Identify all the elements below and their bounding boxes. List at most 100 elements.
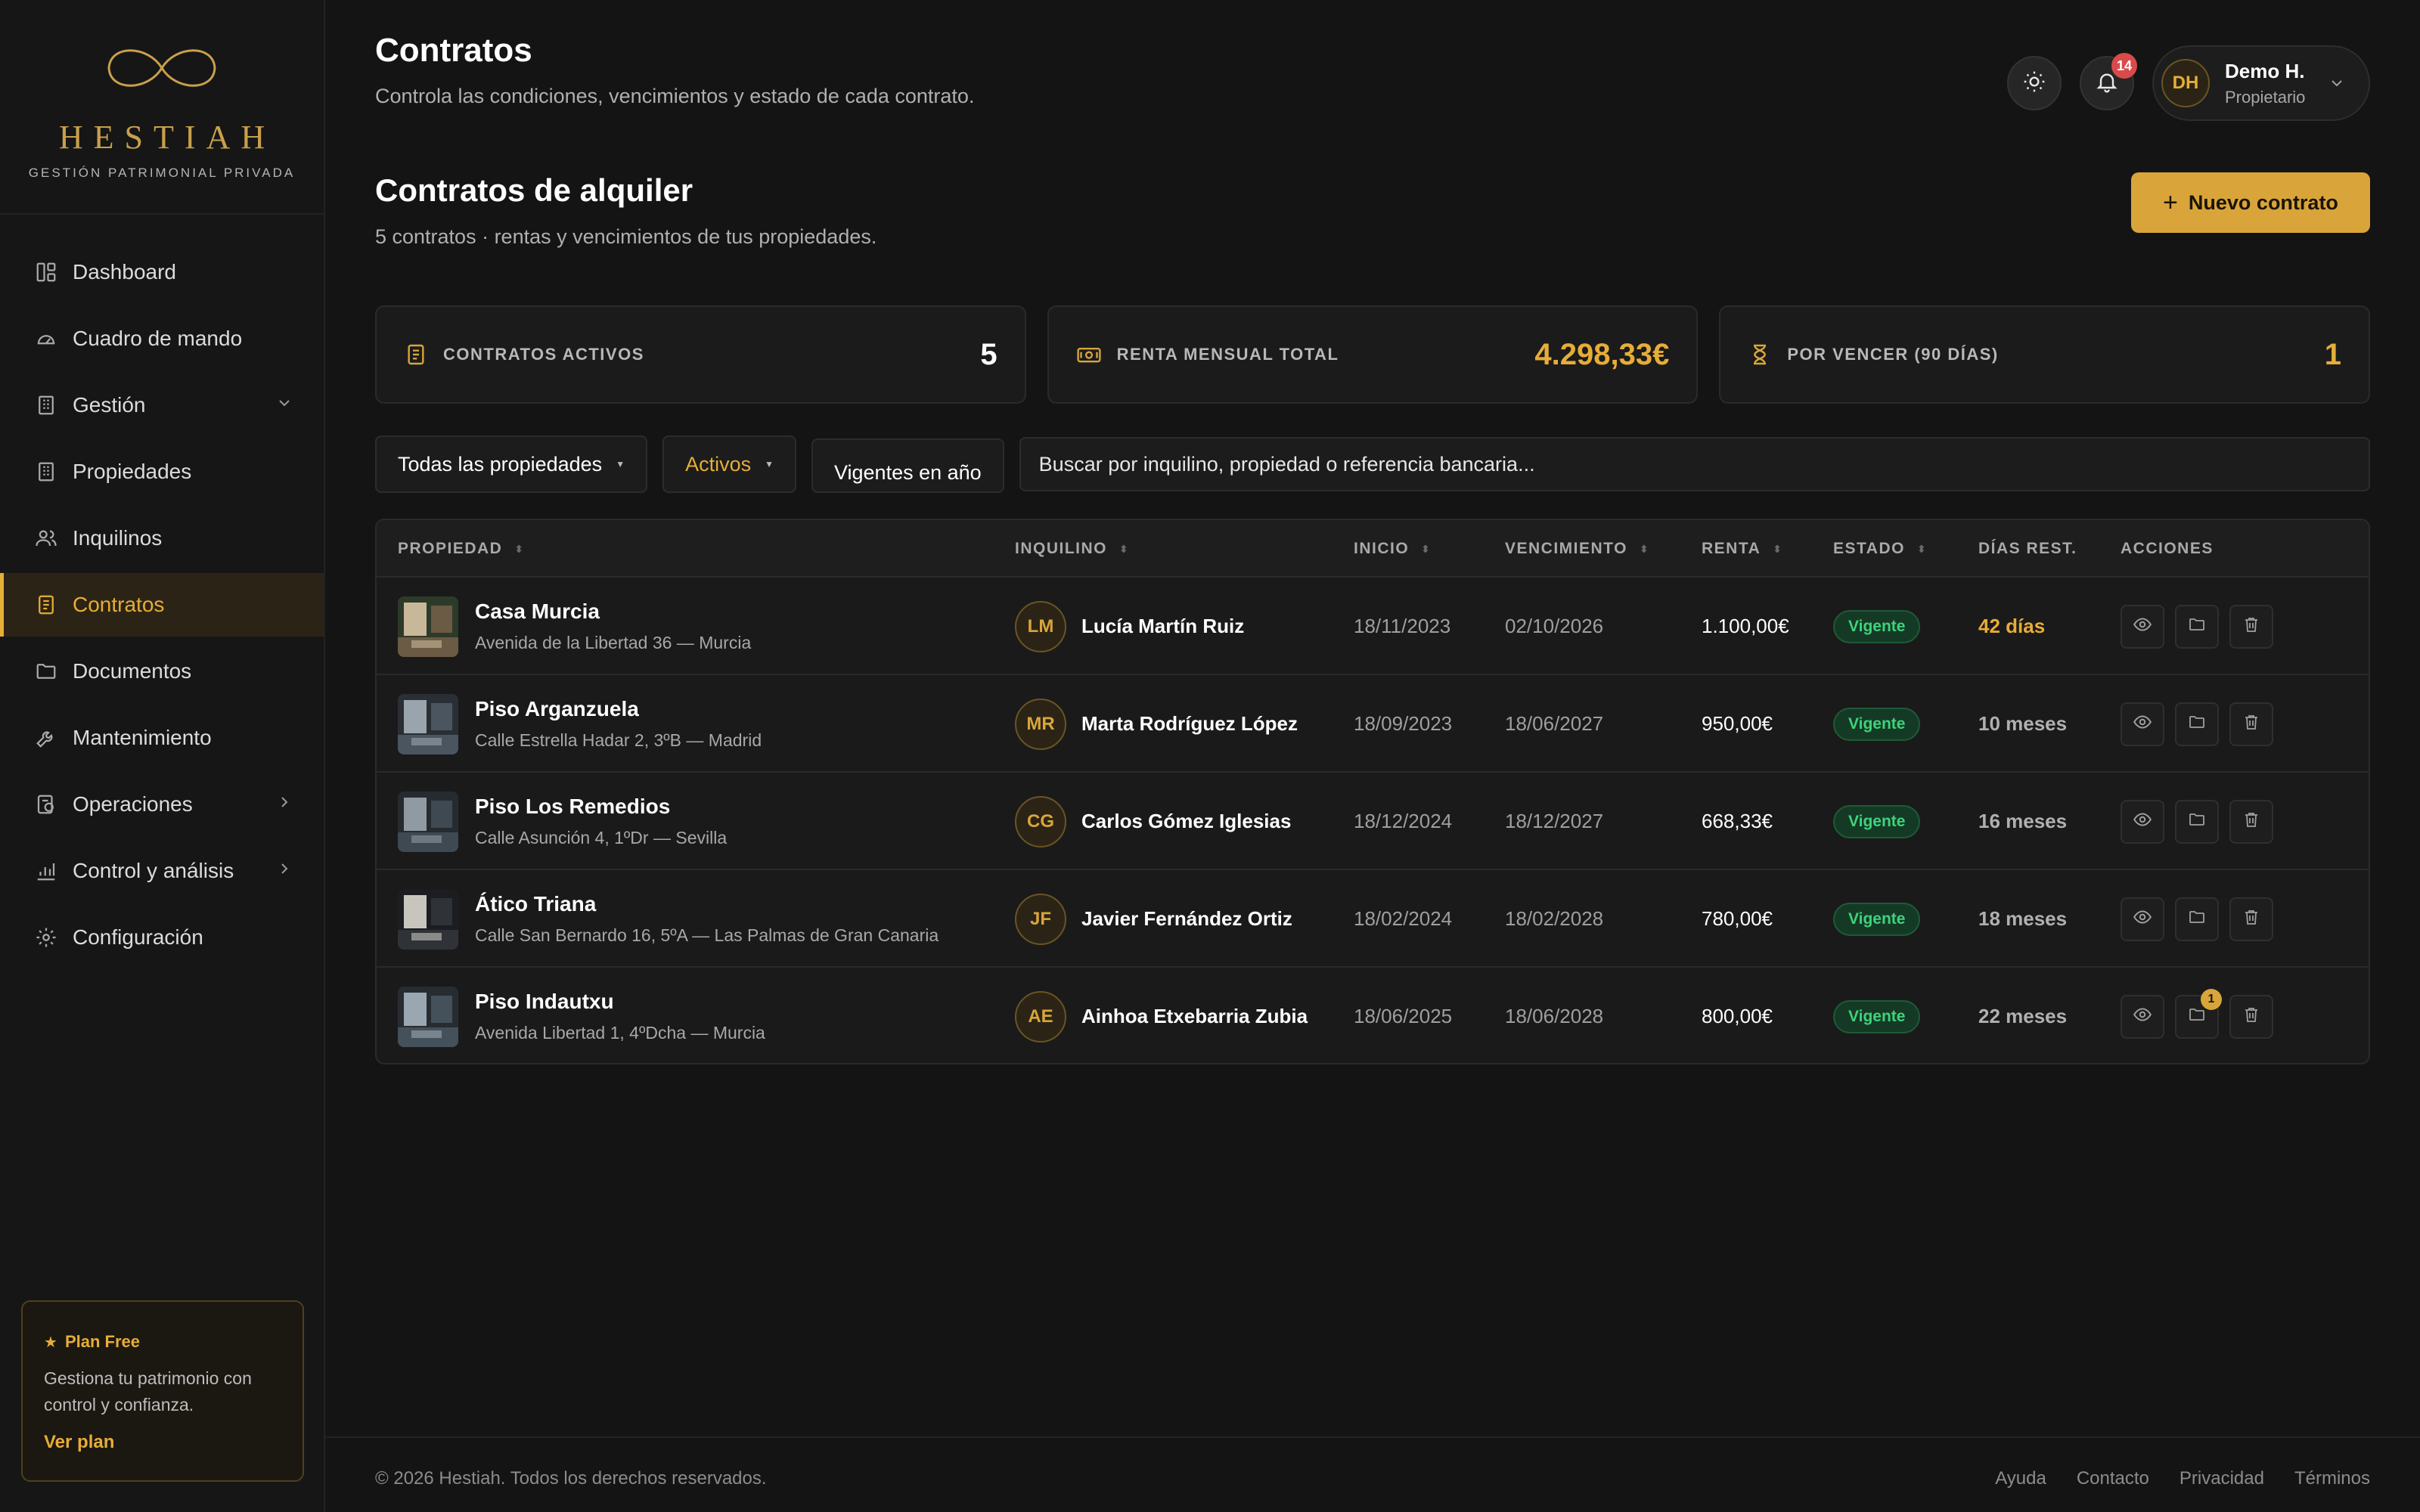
- stats-row: CONTRATOS ACTIVOS 5 RENTA MENSUAL TOTAL …: [375, 305, 2371, 404]
- view-button[interactable]: [2121, 702, 2164, 746]
- footer-link-privacidad[interactable]: Privacidad: [2180, 1468, 2264, 1489]
- folder-icon: [2188, 713, 2206, 735]
- building-icon: [33, 392, 59, 418]
- days-remaining: 22 meses: [1978, 1005, 2068, 1027]
- column-header-inicio[interactable]: INICIO ⬍: [1354, 520, 1431, 578]
- chevron-down-icon: [2328, 74, 2346, 96]
- building-icon: [33, 459, 59, 485]
- documents-button[interactable]: [2175, 897, 2219, 941]
- status-filter-select[interactable]: Activos ▼: [662, 435, 796, 493]
- stat-expiring: POR VENCER (90 DÍAS) 1: [1719, 305, 2371, 404]
- sidebar-item-dashboard[interactable]: Dashboard: [0, 240, 324, 304]
- folder-icon: [2188, 615, 2206, 637]
- column-header-vencimiento[interactable]: VENCIMIENTO ⬍: [1505, 520, 1649, 578]
- top-actions: 14 DH Demo H. Propietario: [2007, 45, 2370, 121]
- view-button[interactable]: [2121, 994, 2164, 1039]
- sidebar-item-propiedades[interactable]: Propiedades: [0, 440, 324, 503]
- eye-icon: [2133, 712, 2152, 736]
- sidebar-item-label: Mantenimiento: [73, 726, 212, 749]
- plan-card: ★ Plan Free Gestiona tu patrimonio con c…: [21, 1300, 304, 1482]
- property-thumbnail: [398, 986, 458, 1047]
- property-name[interactable]: Ático Triana: [475, 892, 939, 916]
- tenant-name[interactable]: Lucía Martín Ruiz: [1081, 615, 1244, 638]
- table-row[interactable]: Piso Indautxu Avenida Libertad 1, 4ºDcha…: [377, 968, 2369, 1063]
- view-button[interactable]: [2121, 897, 2164, 941]
- search-input[interactable]: [1019, 437, 2370, 491]
- cash-icon: [1076, 342, 1102, 367]
- documents-button[interactable]: [2175, 799, 2219, 844]
- sort-icon: ⬍: [1119, 542, 1130, 555]
- new-contract-button[interactable]: + Nuevo contrato: [2131, 172, 2370, 233]
- property-name[interactable]: Piso Arganzuela: [475, 697, 762, 721]
- stat-label: POR VENCER (90 DÍAS): [1787, 345, 1999, 364]
- table-body: Casa Murcia Avenida de la Libertad 36 — …: [377, 578, 2369, 1063]
- view-button[interactable]: [2121, 799, 2164, 844]
- sidebar-item-mantenimiento[interactable]: Mantenimiento: [0, 706, 324, 770]
- table-row[interactable]: Ático Triana Calle San Bernardo 16, 5ºA …: [377, 870, 2369, 968]
- chevron-down-icon: [275, 393, 293, 417]
- sidebar-item-cuadro-de-mando[interactable]: Cuadro de mando: [0, 307, 324, 370]
- theme-toggle-button[interactable]: [2007, 56, 2062, 110]
- property-thumbnail: [398, 693, 458, 754]
- start-date: 18/06/2025: [1354, 1005, 1453, 1027]
- documents-button[interactable]: [2175, 702, 2219, 746]
- new-contract-label: Nuevo contrato: [2188, 191, 2338, 214]
- table-header: PROPIEDAD ⬍ INQUILINO ⬍ INICIO ⬍ VENCIMIENT…: [377, 520, 2369, 578]
- days-remaining: 10 meses: [1978, 712, 2068, 735]
- sidebar-item-label: Gestión: [73, 393, 146, 417]
- gauge-icon: [33, 326, 59, 352]
- view-button[interactable]: [2121, 604, 2164, 649]
- documents-button[interactable]: 1: [2175, 988, 2222, 1039]
- year-filter-input[interactable]: Vigentes en año: [811, 438, 1004, 493]
- end-date: 02/10/2026: [1505, 615, 1604, 637]
- footer-link-ayuda[interactable]: Ayuda: [1995, 1468, 2046, 1489]
- sidebar-item-control-y-analisis[interactable]: Control y análisis: [0, 839, 324, 903]
- delete-button[interactable]: [2229, 799, 2273, 844]
- sidebar-item-inquilinos[interactable]: Inquilinos: [0, 507, 324, 570]
- trash-icon: [2242, 713, 2260, 735]
- column-header-estado[interactable]: ESTADO ⬍: [1833, 520, 1927, 578]
- delete-button[interactable]: [2229, 897, 2273, 941]
- brand: HESTIAH GESTIÓN PATRIMONIAL PRIVADA: [0, 0, 324, 215]
- property-name[interactable]: Casa Murcia: [475, 600, 751, 624]
- tenant-avatar: JF: [1015, 893, 1066, 945]
- column-header-propiedad[interactable]: PROPIEDAD ⬍: [398, 520, 525, 578]
- stat-active-contracts: CONTRATOS ACTIVOS 5: [375, 305, 1026, 404]
- caret-down-icon: ▼: [765, 459, 774, 469]
- sidebar-item-operaciones[interactable]: Operaciones: [0, 773, 324, 836]
- notifications-button[interactable]: 14: [2080, 53, 2137, 110]
- delete-button[interactable]: [2229, 702, 2273, 746]
- footer-link-terminos[interactable]: Términos: [2294, 1468, 2370, 1489]
- view-plan-link[interactable]: Ver plan: [44, 1432, 281, 1453]
- delete-button[interactable]: [2229, 994, 2273, 1039]
- documents-button[interactable]: [2175, 604, 2219, 649]
- sort-icon: ⬍: [514, 542, 525, 555]
- footer-link-contacto[interactable]: Contacto: [2077, 1468, 2149, 1489]
- layout-icon: [33, 259, 59, 285]
- sidebar-item-gestion[interactable]: Gestión: [0, 373, 324, 437]
- column-header-inquilino[interactable]: INQUILINO ⬍: [1015, 520, 1129, 578]
- property-address: Avenida de la Libertad 36 — Murcia: [475, 633, 752, 652]
- user-role: Propietario: [2225, 87, 2306, 107]
- stat-value: 5: [980, 337, 997, 371]
- sidebar-item-documentos[interactable]: Documentos: [0, 640, 324, 703]
- property-name[interactable]: Piso Indautxu: [475, 990, 765, 1014]
- table-row[interactable]: Piso Arganzuela Calle Estrella Hadar 2, …: [377, 675, 2369, 773]
- tenant-name[interactable]: Carlos Gómez Iglesias: [1081, 810, 1291, 833]
- tenant-name[interactable]: Javier Fernández Ortiz: [1081, 907, 1292, 931]
- table-row[interactable]: Piso Los Remedios Calle Asunción 4, 1ºDr…: [377, 773, 2369, 870]
- table-row[interactable]: Casa Murcia Avenida de la Libertad 36 — …: [377, 578, 2369, 675]
- sort-icon: ⬍: [1916, 542, 1928, 555]
- property-name[interactable]: Piso Los Remedios: [475, 795, 727, 819]
- property-filter-select[interactable]: Todas las propiedades ▼: [375, 435, 648, 493]
- stat-monthly-rent: RENTA MENSUAL TOTAL 4.298,33€: [1047, 305, 1699, 404]
- user-menu[interactable]: DH Demo H. Propietario: [2152, 45, 2370, 121]
- tenant-name[interactable]: Marta Rodríguez López: [1081, 712, 1298, 736]
- tenant-name[interactable]: Ainhoa Etxebarria Zubia: [1081, 1005, 1308, 1028]
- users-icon: [33, 525, 59, 551]
- sidebar-item-configuracion[interactable]: Configuración: [0, 906, 324, 969]
- property-address: Calle San Bernardo 16, 5ºA — Las Palmas …: [475, 925, 939, 945]
- delete-button[interactable]: [2229, 604, 2273, 649]
- sidebar-item-contratos[interactable]: Contratos: [0, 573, 324, 637]
- column-header-renta[interactable]: RENTA ⬍: [1702, 520, 1783, 578]
